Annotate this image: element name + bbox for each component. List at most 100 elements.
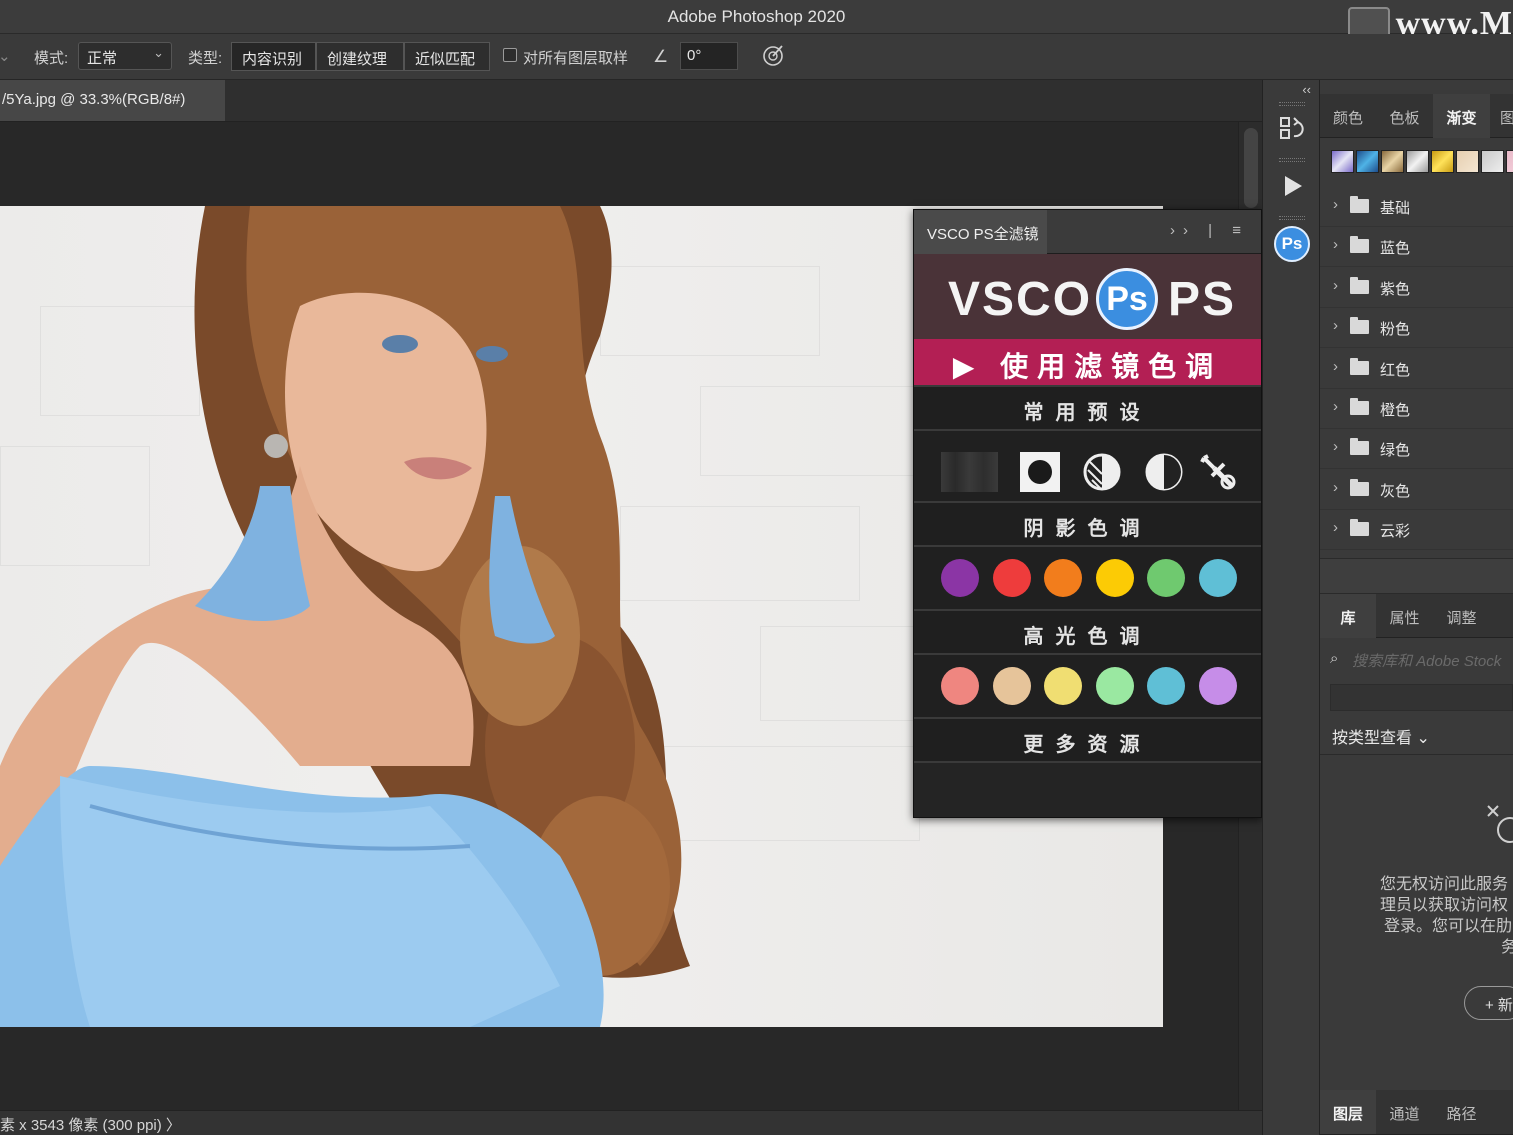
actions-play-icon[interactable] (1275, 169, 1309, 203)
gradient-folder[interactable]: › 粉色 (1320, 308, 1513, 349)
gradient-panel-tabs: 颜色 色板 渐变 图 (1320, 94, 1513, 138)
gradient-strip-icon[interactable] (941, 452, 998, 492)
shadow-color-1[interactable] (941, 559, 979, 597)
ps-logo-icon: Ps (1096, 268, 1158, 330)
chevron-right-icon[interactable]: › (1333, 398, 1338, 415)
highlight-color-3[interactable] (1044, 667, 1082, 705)
gradient-swatch[interactable] (1406, 150, 1429, 173)
folder-name: 粉色 (1380, 321, 1411, 339)
chevron-right-icon[interactable]: › (1333, 358, 1338, 375)
view-by-type-dropdown[interactable]: 按类型查看 ⌄ (1332, 724, 1430, 748)
sample-all-layers-checkbox[interactable] (503, 48, 517, 62)
folder-name: 红色 (1380, 361, 1411, 379)
gradient-folder[interactable]: › 蓝色 (1320, 227, 1513, 268)
shadow-color-4[interactable] (1096, 559, 1134, 597)
highlight-color-4[interactable] (1096, 667, 1134, 705)
gradient-folder[interactable]: › 绿色 (1320, 429, 1513, 470)
folder-icon (1350, 357, 1369, 375)
chevron-right-icon[interactable]: › (1333, 277, 1338, 294)
chevron-right-icon[interactable]: › (1333, 196, 1338, 213)
panel-grip[interactable] (1279, 216, 1305, 220)
panel-grip[interactable] (1279, 158, 1305, 162)
layers-tabs: 图层 通道 路径 (1320, 1090, 1513, 1135)
type-create-texture-button[interactable]: 创建纹理 (316, 42, 404, 71)
tab-adjustments[interactable]: 调整 (1433, 594, 1490, 638)
options-bar: ⌄ 模式: 正常 ⌄ 类型: 内容识别 创建纹理 近似匹配 对所有图层取样 ∠ … (0, 34, 1513, 80)
panel-grip[interactable] (1279, 102, 1305, 106)
tab-paths[interactable]: 路径 (1433, 1090, 1490, 1134)
gradient-swatch[interactable] (1331, 150, 1354, 173)
folder-name: 橙色 (1380, 402, 1411, 419)
pressure-brush-icon[interactable] (761, 43, 785, 67)
gradient-folder[interactable]: › 红色 (1320, 349, 1513, 389)
message-line: 您无权访问此服务 (1380, 876, 1509, 893)
tab-swatches[interactable]: 色板 (1376, 94, 1433, 138)
folder-name: 绿色 (1380, 442, 1411, 460)
gradient-swatch[interactable] (1456, 150, 1479, 173)
half-tone-icon[interactable] (1144, 452, 1184, 492)
plugin-tab[interactable]: VSCO PS全滤镜 (914, 210, 1047, 254)
highlight-color-5[interactable] (1147, 667, 1185, 705)
vsco-plugin-icon[interactable]: Ps (1274, 226, 1310, 262)
shadow-color-6[interactable] (1199, 559, 1237, 597)
tab-color[interactable]: 颜色 (1320, 94, 1376, 138)
type-proximity-match-button[interactable]: 近似匹配 (404, 42, 490, 71)
chevron-right-icon[interactable]: › (1333, 519, 1338, 536)
history-icon[interactable] (1275, 112, 1309, 146)
gradient-swatch[interactable] (1481, 150, 1504, 173)
gradient-swatch[interactable] (1506, 150, 1513, 173)
gradient-swatch[interactable] (1356, 150, 1379, 173)
folder-name: 灰色 (1380, 482, 1411, 500)
type-label: 类型: (188, 50, 223, 67)
half-contrast-icon[interactable] (1082, 452, 1122, 492)
tab-layers[interactable]: 图层 (1320, 1090, 1376, 1134)
angle-input[interactable]: 0° (680, 42, 738, 70)
chevron-right-icon[interactable]: › (1333, 317, 1338, 334)
scrollbar-thumb[interactable] (1244, 128, 1258, 208)
chevron-right-icon[interactable]: › (1333, 479, 1338, 496)
shadow-color-5[interactable] (1147, 559, 1185, 597)
chevron-down-icon: ⌄ (1416, 730, 1430, 747)
type-content-aware-button[interactable]: 内容识别 (231, 42, 316, 71)
shadow-colors-row (914, 547, 1261, 609)
vignette-icon[interactable] (1020, 452, 1060, 492)
status-menu-arrow[interactable]: 〉 (166, 1117, 181, 1134)
tab-patterns[interactable]: 图 (1490, 94, 1513, 138)
preset-tools-row (914, 431, 1261, 501)
highlight-color-6[interactable] (1199, 667, 1237, 705)
document-tab-bar: /5Ya.jpg @ 33.3%(RGB/8#) (0, 80, 1262, 122)
tab-channels[interactable]: 通道 (1376, 1090, 1433, 1134)
search-icon: ⌕ (1330, 650, 1339, 667)
gradient-folder[interactable]: › 橙色 (1320, 389, 1513, 429)
tab-gradients[interactable]: 渐变 (1433, 94, 1490, 138)
gradient-folder[interactable]: › 云彩 (1320, 510, 1513, 551)
right-panel: 颜色 色板 渐变 图 › 基础 › 蓝色 › 紫色 › 粉色 › 红色 › 橙色 › 绿色 › 灰色 › 云彩 库… (1320, 80, 1513, 1135)
shadow-color-3[interactable] (1044, 559, 1082, 597)
plugin-panel-controls[interactable]: ›› | ≡ (1170, 222, 1249, 239)
section-more[interactable]: 更多资源 (914, 717, 1261, 763)
highlight-color-2[interactable] (993, 667, 1031, 705)
apply-filter-button[interactable]: ▶ 使用滤镜色调 (914, 339, 1261, 385)
folder-icon (1350, 438, 1369, 456)
collapse-panels-icon[interactable]: ‹‹ (1302, 82, 1311, 97)
gradient-folder[interactable]: › 紫色 (1320, 268, 1513, 308)
document-tab[interactable]: /5Ya.jpg @ 33.3%(RGB/8#) (0, 80, 225, 121)
library-select[interactable] (1330, 684, 1513, 711)
tab-libraries[interactable]: 库 (1320, 594, 1376, 638)
chevron-right-icon[interactable]: › (1333, 236, 1338, 253)
tab-properties[interactable]: 属性 (1376, 594, 1433, 638)
mode-select[interactable]: 正常 ⌄ (78, 42, 172, 70)
folder-icon (1350, 236, 1369, 254)
chevron-right-icon[interactable]: › (1333, 438, 1338, 455)
gradient-folder[interactable]: › 灰色 (1320, 470, 1513, 510)
library-search-input[interactable]: 搜索库和 Adobe Stock (1352, 650, 1501, 671)
gradient-swatch[interactable] (1381, 150, 1404, 173)
new-library-button[interactable]: + 新 (1464, 986, 1513, 1020)
gradient-swatch[interactable] (1431, 150, 1454, 173)
wrench-icon[interactable] (1198, 452, 1238, 492)
highlight-color-1[interactable] (941, 667, 979, 705)
gradient-folder[interactable]: › 基础 (1320, 187, 1513, 227)
shadow-color-2[interactable] (993, 559, 1031, 597)
folder-name: 蓝色 (1380, 240, 1411, 258)
message-line: 务 (1501, 939, 1513, 956)
